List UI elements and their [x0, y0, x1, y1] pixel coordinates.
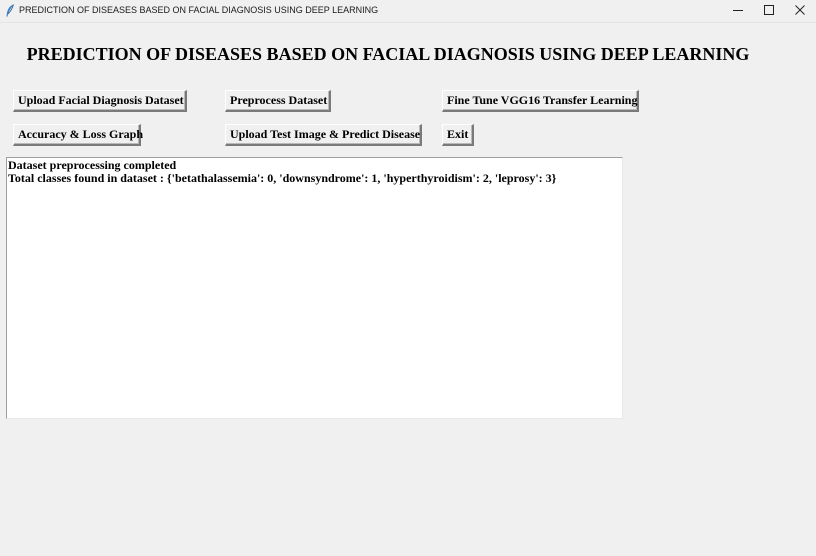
minimize-icon [733, 2, 743, 20]
maximize-button[interactable] [753, 0, 785, 22]
finetune-vgg16-button[interactable]: Fine Tune VGG16 Transfer Learning [442, 90, 639, 112]
minimize-button[interactable] [722, 0, 754, 22]
predict-disease-button[interactable]: Upload Test Image & Predict Disease [225, 124, 422, 146]
output-text-area[interactable]: Dataset preprocessing completed Total cl… [6, 157, 623, 419]
feather-icon [5, 4, 15, 18]
maximize-icon [764, 2, 774, 20]
preprocess-dataset-button[interactable]: Preprocess Dataset [225, 90, 331, 112]
upload-dataset-button[interactable]: Upload Facial Diagnosis Dataset [13, 90, 187, 112]
exit-button[interactable]: Exit [442, 124, 474, 146]
accuracy-loss-graph-button[interactable]: Accuracy & Loss Graph [13, 124, 143, 146]
output-line: Total classes found in dataset : {'betat… [8, 171, 557, 185]
page-title: PREDICTION OF DISEASES BASED ON FACIAL D… [26, 44, 750, 64]
window-titlebar[interactable]: PREDICTION OF DISEASES BASED ON FACIAL D… [0, 0, 816, 23]
close-button[interactable] [784, 0, 816, 22]
window-title: PREDICTION OF DISEASES BASED ON FACIAL D… [19, 5, 379, 15]
close-icon [795, 2, 805, 20]
